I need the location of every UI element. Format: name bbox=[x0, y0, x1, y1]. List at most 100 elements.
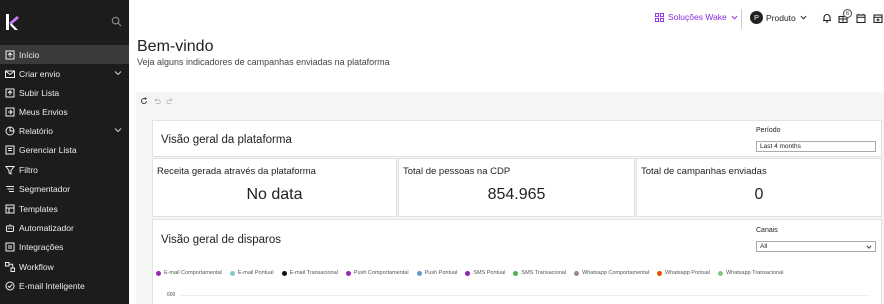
legend-item[interactable]: Whatsapp Comportamental bbox=[574, 270, 649, 276]
sidebar-item-inicio[interactable]: Início bbox=[0, 45, 129, 64]
apps-grid-icon bbox=[655, 12, 664, 22]
sidebar-item-email-inteligente[interactable]: E-mail Inteligente bbox=[0, 276, 129, 295]
sidebar: Início Criar envio Subir Lista Meus Envi… bbox=[0, 0, 129, 304]
legend-item[interactable]: SMS Pontual bbox=[465, 270, 505, 276]
legend-dot bbox=[229, 270, 235, 276]
legend-label: Push Comportamental bbox=[353, 270, 409, 276]
plug-icon bbox=[5, 242, 15, 252]
sidebar-item-integracoes[interactable]: Integrações bbox=[0, 237, 129, 256]
solutions-menu-button[interactable]: Soluções Wake bbox=[655, 12, 742, 22]
legend-label: SMS Pontual bbox=[473, 270, 506, 276]
profile-menu-button[interactable]: P Produto bbox=[750, 11, 807, 24]
sidebar-item-label: Gerenciar Lista bbox=[19, 144, 77, 155]
sidebar-item-label: Subir Lista bbox=[19, 87, 60, 98]
notification-badge: 6 bbox=[843, 9, 852, 18]
kpi-value: 0 bbox=[754, 186, 764, 203]
sidebar-item-label: Início bbox=[19, 49, 40, 60]
chevron-down-icon bbox=[800, 15, 807, 20]
brand-logo[interactable] bbox=[6, 14, 20, 30]
legend-label: SMS Transacional bbox=[521, 270, 567, 276]
legend-label: Whatsapp Comportamental bbox=[582, 270, 650, 276]
sidebar-item-label: Integrações bbox=[19, 241, 64, 252]
chevron-down-icon[interactable] bbox=[114, 69, 122, 77]
period-value: Last 4 months bbox=[760, 143, 801, 150]
legend-item[interactable]: E-mail Pontual bbox=[229, 270, 274, 276]
page-title: Bem-vindo bbox=[137, 38, 214, 55]
legend-item[interactable]: SMS Transacional bbox=[513, 270, 566, 276]
legend-dot bbox=[513, 270, 519, 276]
sidebar-item-label: Relatório bbox=[19, 125, 54, 136]
sidebar-item-label: Workflow bbox=[19, 261, 54, 272]
legend-dot bbox=[717, 270, 723, 276]
kpi-card-campaigns: Total de campanhas enviadas 0 bbox=[636, 158, 882, 217]
legend-item[interactable]: Whatsapp Transacional bbox=[717, 270, 784, 276]
legend-label: Whatsapp Transacional bbox=[725, 270, 784, 276]
legend-item[interactable]: E-mail Comportamental bbox=[156, 270, 222, 276]
period-label: Período bbox=[756, 127, 781, 134]
period-input[interactable]: Last 4 months bbox=[756, 141, 876, 152]
upload-icon bbox=[5, 88, 15, 98]
sidebar-item-label: Filtro bbox=[19, 164, 38, 175]
sidebar-item-automatizador[interactable]: Automatizador bbox=[0, 218, 129, 237]
calendar-plus-icon[interactable] bbox=[873, 13, 883, 23]
sidebar-item-subir-lista[interactable]: Subir Lista bbox=[0, 83, 129, 102]
topbar: Soluções Wake P Produto 6 bbox=[129, 0, 884, 36]
legend-label: E-mail Comportamental bbox=[164, 270, 222, 276]
smart-mail-icon bbox=[5, 281, 15, 291]
legend-label: Whatsapp Pontual bbox=[665, 270, 710, 276]
sidebar-item-filtro[interactable]: Filtro bbox=[0, 160, 129, 179]
list-icon bbox=[5, 145, 15, 155]
legend-dot bbox=[574, 270, 580, 276]
chart-legend: E-mail Comportamental E-mail Pontual E-m… bbox=[156, 270, 791, 276]
refresh-icon[interactable] bbox=[140, 97, 148, 105]
bell-icon[interactable] bbox=[822, 13, 832, 23]
legend-dot bbox=[345, 270, 351, 276]
topbar-divider bbox=[741, 9, 742, 29]
dashboard-toolbar bbox=[140, 97, 174, 105]
legend-item[interactable]: E-mail Transacional bbox=[281, 270, 338, 276]
sidebar-item-gerenciar-lista[interactable]: Gerenciar Lista bbox=[0, 140, 129, 159]
kpi-value: No data bbox=[246, 186, 303, 203]
overview-card: Visão geral da plataforma Período Last 4… bbox=[152, 120, 882, 157]
chevron-down-icon[interactable] bbox=[114, 126, 122, 134]
template-icon bbox=[5, 204, 15, 214]
y-axis-tick: 600 bbox=[167, 292, 176, 298]
undo-icon[interactable] bbox=[153, 97, 161, 105]
sidebar-item-segmentador[interactable]: Segmentador bbox=[0, 179, 129, 198]
home-icon bbox=[5, 50, 15, 60]
overview-title: Visão geral da plataforma bbox=[161, 134, 292, 146]
channels-value: All bbox=[760, 243, 768, 250]
kpi-card-revenue: Receita gerada através da plataforma No … bbox=[152, 158, 397, 217]
kpi-label: Receita gerada através da plataforma bbox=[157, 166, 316, 177]
legend-item[interactable]: Push Pontual bbox=[416, 270, 457, 276]
sidebar-item-meus-envios[interactable]: Meus Envios bbox=[0, 102, 129, 121]
workflow-icon bbox=[5, 261, 15, 272]
legend-item[interactable]: Push Comportamental bbox=[345, 270, 409, 276]
channels-select[interactable]: All bbox=[756, 241, 876, 252]
sidebar-item-label: Segmentador bbox=[19, 183, 71, 194]
sidebar-item-relatorio[interactable]: Relatório bbox=[0, 121, 129, 140]
sidebar-item-workflow[interactable]: Workflow bbox=[0, 257, 129, 276]
kpi-card-people: Total de pessoas na CDP 854.965 bbox=[398, 158, 635, 217]
search-icon[interactable] bbox=[111, 16, 122, 27]
sidebar-header bbox=[0, 0, 129, 44]
sidebar-item-label: Meus Envios bbox=[19, 106, 68, 117]
chevron-down-icon bbox=[866, 245, 872, 249]
mail-icon bbox=[5, 69, 15, 79]
dispatch-card: Visão geral de disparos Canais All bbox=[152, 219, 882, 304]
sidebar-item-label: Automatizador bbox=[19, 222, 74, 233]
sidebar-item-templates[interactable]: Templates bbox=[0, 199, 129, 218]
send-icon bbox=[5, 107, 15, 117]
legend-label: E-mail Pontual bbox=[237, 270, 274, 276]
legend-dot bbox=[281, 270, 287, 276]
chart-gridline bbox=[180, 295, 870, 296]
segment-icon bbox=[5, 184, 15, 194]
dispatch-title: Visão geral de disparos bbox=[161, 234, 281, 246]
calendar-icon[interactable] bbox=[856, 13, 866, 23]
legend-item[interactable]: Whatsapp Pontual bbox=[657, 270, 710, 276]
avatar: P bbox=[750, 11, 763, 24]
redo-icon[interactable] bbox=[166, 97, 174, 105]
sidebar-item-criar-envio[interactable]: Criar envio bbox=[0, 64, 129, 83]
page-subtitle: Veja alguns indicadores de campanhas env… bbox=[137, 57, 390, 67]
solutions-menu-label: Soluções Wake bbox=[668, 12, 727, 22]
